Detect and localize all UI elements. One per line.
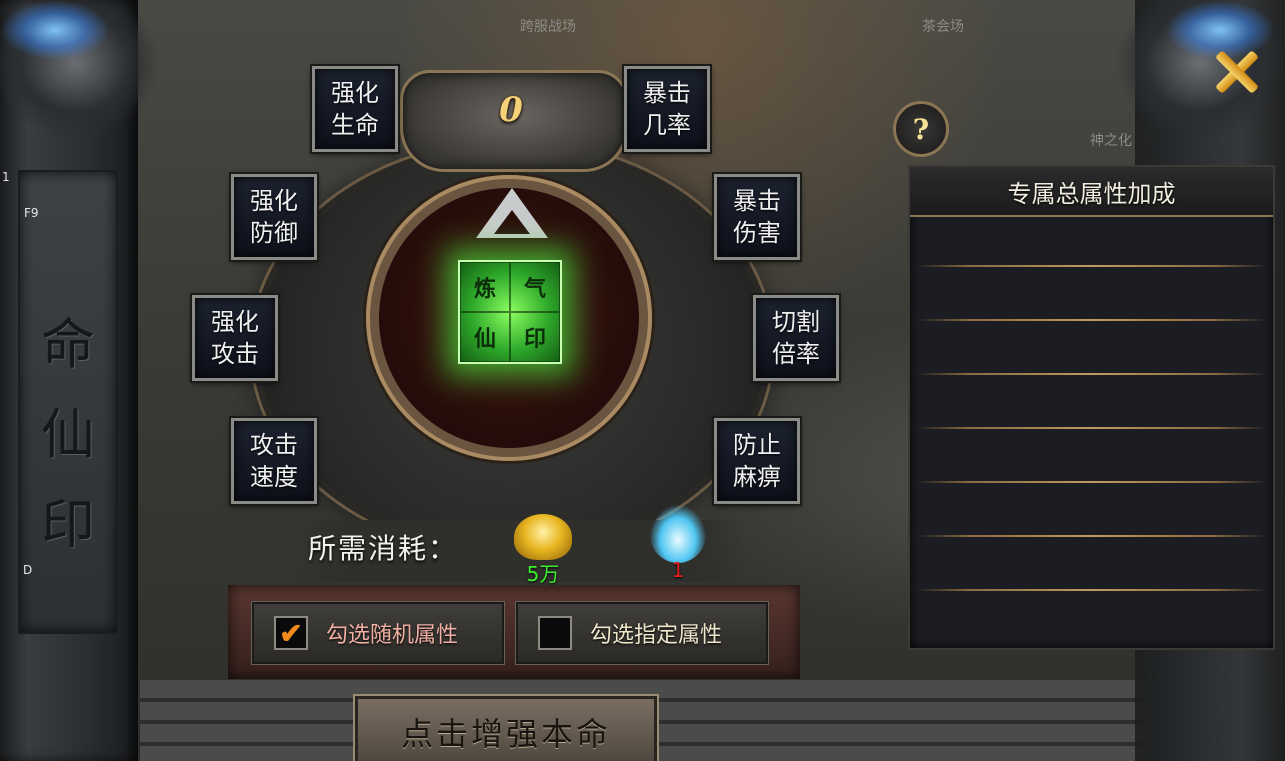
- stat-label: 麻痹: [733, 463, 781, 491]
- stat-label: 切割: [772, 308, 820, 336]
- random-attribute-checkbox[interactable]: ✔: [274, 616, 308, 650]
- checkmark-icon: ✔: [279, 616, 303, 650]
- dragon-statue-left: [0, 0, 160, 140]
- stat-label: 几率: [643, 111, 691, 139]
- side-tag: 1: [2, 170, 10, 184]
- stat-label: 强化: [250, 187, 298, 215]
- rank-chevron-icon: [476, 188, 548, 238]
- stat-label: 防止: [733, 431, 781, 459]
- bonus-row-divider: [916, 427, 1267, 429]
- stat-label: 暴击: [643, 79, 691, 107]
- bonus-row-divider: [916, 589, 1267, 591]
- hotkey-f9-label[interactable]: F9: [24, 206, 39, 220]
- close-icon[interactable]: [1212, 48, 1262, 96]
- enhance-count: 0: [499, 90, 523, 130]
- stat-cut-rate-button[interactable]: 切割 倍率: [751, 293, 841, 383]
- stat-crit-rate-button[interactable]: 暴击 几率: [622, 64, 712, 154]
- stat-attack-speed-button[interactable]: 攻击 速度: [229, 416, 319, 506]
- bonus-row-divider: [916, 319, 1267, 321]
- random-attribute-label: 勾选随机属性: [326, 623, 459, 648]
- seal-char: 印: [510, 312, 560, 362]
- attribute-bonus-panel: 专属总属性加成: [908, 165, 1275, 650]
- bonus-row-divider: [916, 481, 1267, 483]
- bonus-panel-title: 专属总属性加成: [910, 167, 1273, 217]
- stat-life-button[interactable]: 强化 生命: [310, 64, 400, 154]
- specified-attribute-option[interactable]: 勾选指定属性: [515, 601, 769, 665]
- immortal-seal-icon[interactable]: 炼 气 仙 印: [458, 260, 562, 364]
- specified-attribute-checkbox[interactable]: [538, 616, 572, 650]
- stat-label: 生命: [331, 111, 379, 139]
- help-button[interactable]: ?: [893, 101, 949, 157]
- bonus-row-divider: [916, 265, 1267, 267]
- stat-attack-button[interactable]: 强化 攻击: [190, 293, 280, 383]
- hotkey-d-label[interactable]: D: [23, 563, 32, 577]
- stat-anti-paralysis-button[interactable]: 防止 麻痹: [712, 416, 802, 506]
- pillar-char: 仙: [41, 403, 95, 466]
- game-screen: 跨服战场 茶会场 神之化 命 仙 印 1 F9 D 0 炼 气 仙 印 强化 生命…: [0, 0, 1285, 761]
- stat-label: 倍率: [772, 340, 820, 368]
- gold-ingot-icon: [514, 514, 572, 560]
- bonus-row-divider: [916, 535, 1267, 537]
- stat-label: 强化: [331, 79, 379, 107]
- blue-soul-flame-icon: [650, 505, 706, 563]
- cost-label: 所需消耗：: [308, 532, 459, 565]
- stat-label: 暴击: [733, 187, 781, 215]
- stat-defense-button[interactable]: 强化 防御: [229, 172, 319, 262]
- pillar-char: 命: [41, 313, 95, 376]
- gold-cost-value: 5万: [526, 562, 560, 586]
- specified-attribute-label: 勾选指定属性: [590, 623, 723, 648]
- stat-label: 速度: [250, 463, 298, 491]
- stat-label: 强化: [211, 308, 259, 336]
- stat-label: 攻击: [211, 340, 259, 368]
- random-attribute-option[interactable]: ✔ 勾选随机属性: [251, 601, 505, 665]
- stat-label: 攻击: [250, 431, 298, 459]
- stat-label: 伤害: [733, 219, 781, 247]
- pillar-char: 印: [41, 493, 95, 556]
- seal-char: 炼: [460, 262, 510, 312]
- stat-crit-damage-button[interactable]: 暴击 伤害: [712, 172, 802, 262]
- enhance-button[interactable]: 点击增强本命: [353, 694, 659, 761]
- stat-label: 防御: [250, 219, 298, 247]
- background-label-arena: 跨服战场: [520, 19, 576, 35]
- bonus-row-divider: [916, 373, 1267, 375]
- seal-char: 仙: [460, 312, 510, 362]
- soul-cost-value: 1: [671, 558, 685, 582]
- background-label-hall: 茶会场: [922, 19, 964, 35]
- seal-char: 气: [510, 262, 560, 312]
